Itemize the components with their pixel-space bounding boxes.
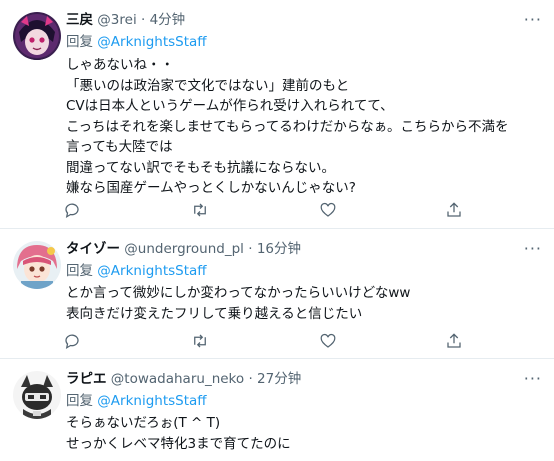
mention-link[interactable]: @ArknightsStaff xyxy=(97,263,206,279)
more-dots-icon[interactable]: ··· xyxy=(524,10,542,29)
retweet-icon[interactable] xyxy=(188,198,212,222)
more-dots-icon[interactable]: ··· xyxy=(524,369,542,388)
like-icon[interactable] xyxy=(316,198,340,222)
like-icon[interactable] xyxy=(316,329,340,353)
reply-prefix: 回复 xyxy=(66,263,93,279)
tweet-line: 言っても大陸では xyxy=(66,139,173,155)
tweet-line: 「悪いのは政治家で文化ではない」建前のもと xyxy=(66,77,350,94)
tweet-actions xyxy=(60,329,490,353)
reply-prefix: 回复 xyxy=(66,393,93,409)
share-icon[interactable] xyxy=(442,329,466,353)
mention-link[interactable]: @ArknightsStaff xyxy=(97,34,206,50)
tweet-line: こっちはそれを楽しませてもらってるわけだからなぁ。こちらから不満を xyxy=(66,118,509,135)
timestamp[interactable]: 4分钟 xyxy=(150,12,186,28)
separator: · xyxy=(248,371,253,387)
tweet-line: 嫌なら国産ゲームやっとくしかないんじゃない? xyxy=(66,180,356,196)
tweet-line: せっかくレベマ特化3まで育てたのに xyxy=(66,435,291,452)
tweet-line: CVは日本人というゲームが作られ受け入れられてて、 xyxy=(66,98,394,114)
avatar-image xyxy=(13,12,61,60)
tweet-header: ラピエ @towadaharu_neko · 27分钟 xyxy=(66,370,301,388)
tweet-line: とか言って微妙にしか変わってなかったらいいけどなww xyxy=(66,285,411,301)
reply-context: 回复 @ArknightsStaff xyxy=(66,33,207,51)
tweet-text: そらぁないだろぉ(T ^ T) せっかくレベマ特化3まで育てたのに xyxy=(66,413,546,454)
tweet-line: 表向きだけ変えたフリして乗り越えると信じたい xyxy=(66,305,363,322)
reply-context: 回复 @ArknightsStaff xyxy=(66,392,207,410)
display-name[interactable]: 三戻 xyxy=(66,12,93,28)
avatar[interactable] xyxy=(13,241,61,289)
mention-link[interactable]: @ArknightsStaff xyxy=(97,393,206,409)
separator: · xyxy=(141,12,146,28)
reply-icon[interactable] xyxy=(60,329,84,353)
separator: · xyxy=(248,241,253,257)
share-icon[interactable] xyxy=(442,198,466,222)
tweet[interactable]: タイゾー @underground_pl · 16分钟 ··· 回复 @Arkn… xyxy=(0,229,554,358)
avatar-image xyxy=(13,241,61,289)
more-dots-icon[interactable]: ··· xyxy=(524,239,542,258)
timestamp[interactable]: 16分钟 xyxy=(257,241,301,257)
reply-prefix: 回复 xyxy=(66,34,93,50)
user-handle[interactable]: @underground_pl xyxy=(124,241,244,257)
timestamp[interactable]: 27分钟 xyxy=(257,371,301,387)
user-handle[interactable]: @3rei xyxy=(97,12,136,28)
display-name[interactable]: ラピエ xyxy=(66,371,107,387)
avatar-image xyxy=(13,371,61,419)
user-handle[interactable]: @towadaharu_neko xyxy=(111,371,244,387)
tweet-header: タイゾー @underground_pl · 16分钟 xyxy=(66,240,301,258)
tweet-line: 間違ってない訳でそもそも抗議にならない。 xyxy=(66,159,336,176)
tweet-line: しゃあないね・・ xyxy=(66,57,174,73)
tweet-text: とか言って微妙にしか変わってなかったらいいけどなww 表向きだけ変えたフリして乗… xyxy=(66,283,546,324)
display-name[interactable]: タイゾー xyxy=(66,241,120,257)
avatar[interactable] xyxy=(13,371,61,419)
tweet[interactable]: 三戻 @3rei · 4分钟 ··· 回复 @ArknightsStaff しゃ… xyxy=(0,0,554,228)
tweet-actions xyxy=(60,198,490,222)
reply-icon[interactable] xyxy=(60,198,84,222)
reply-context: 回复 @ArknightsStaff xyxy=(66,262,207,280)
tweet-header: 三戻 @3rei · 4分钟 xyxy=(66,11,185,29)
tweet[interactable]: ラピエ @towadaharu_neko · 27分钟 ··· 回复 @Arkn… xyxy=(0,359,554,461)
retweet-icon[interactable] xyxy=(188,329,212,353)
avatar[interactable] xyxy=(13,12,61,60)
tweet-line: そらぁないだろぉ(T ^ T) xyxy=(66,415,221,431)
tweet-text: しゃあないね・・ 「悪いのは政治家で文化ではない」建前のもと CVは日本人という… xyxy=(66,55,546,199)
